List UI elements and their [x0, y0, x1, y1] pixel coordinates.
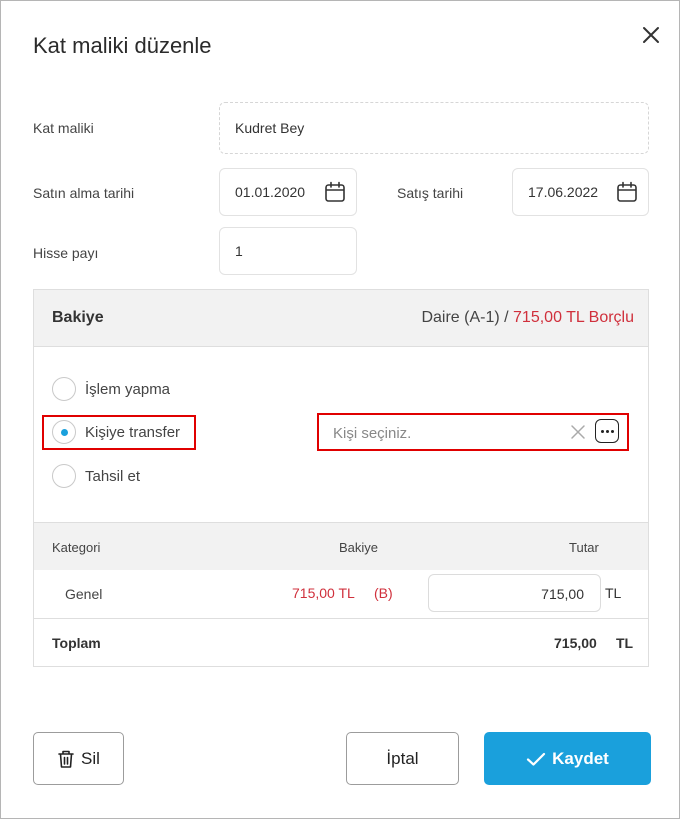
cancel-button[interactable]: İptal — [346, 732, 459, 785]
delete-button[interactable]: Sil — [33, 732, 124, 785]
unit-name: Daire (A-1) / — [421, 309, 509, 326]
radio-button[interactable] — [52, 377, 76, 401]
share-label: Hisse payı — [33, 245, 99, 261]
row-currency: TL — [605, 585, 622, 601]
balance-panel-header: Bakiye Daire (A-1) / 715,00 TL Borçlu — [34, 290, 648, 347]
purchase-date-field[interactable]: 01.01.2020 — [219, 168, 357, 216]
column-header-amount: Tutar — [569, 540, 599, 555]
row-category: Genel — [65, 586, 103, 602]
sale-date-label: Satış tarihi — [397, 185, 464, 201]
trash-icon — [58, 750, 74, 768]
purchase-date-label: Satın alma tarihi — [33, 185, 135, 201]
person-select-placeholder: Kişi seçiniz. — [333, 425, 412, 442]
clear-icon[interactable] — [569, 423, 587, 441]
amount-input[interactable]: 715,00 — [428, 574, 601, 612]
table-header: Kategori Bakiye Tutar — [34, 522, 648, 570]
owner-label: Kat maliki — [33, 120, 94, 136]
balance-title: Bakiye — [52, 309, 104, 326]
share-value: 1 — [235, 243, 243, 259]
calendar-icon[interactable] — [324, 181, 346, 203]
total-row: Toplam 715,00 TL — [34, 619, 648, 667]
column-header-balance: Bakiye — [339, 540, 379, 555]
row-balance: 715,00 TL — [292, 585, 355, 601]
radio-label: İşlem yapma — [85, 380, 171, 398]
balance-summary: Daire (A-1) / 715,00 TL Borçlu — [421, 309, 634, 327]
radio-button[interactable] — [52, 420, 76, 444]
column-header-category: Kategori — [52, 540, 101, 555]
check-icon — [527, 752, 546, 766]
owner-value: Kudret Bey — [235, 120, 305, 136]
radio-label: Tahsil et — [85, 467, 141, 485]
radio-button[interactable] — [52, 464, 76, 488]
owner-field[interactable]: Kudret Bey — [219, 102, 649, 154]
purchase-date-value: 01.01.2020 — [235, 184, 306, 200]
radio-no-action[interactable]: İşlem yapma — [52, 377, 170, 401]
save-button-label: Kaydet — [552, 748, 609, 768]
sale-date-field[interactable]: 17.06.2022 — [512, 168, 649, 216]
edit-owner-dialog: Kat maliki düzenle Kat maliki Kudret Bey… — [0, 0, 680, 819]
save-button[interactable]: Kaydet — [484, 732, 651, 785]
radio-collect[interactable]: Tahsil et — [52, 464, 140, 488]
table-row: Genel 715,00 TL (B) 715,00 TL — [34, 570, 648, 619]
total-label: Toplam — [52, 635, 101, 651]
share-field[interactable]: 1 — [219, 227, 357, 275]
calendar-icon[interactable] — [616, 181, 638, 203]
delete-button-label: Sil — [81, 748, 100, 768]
radio-transfer-to-person[interactable]: Kişiye transfer — [52, 420, 180, 444]
sale-date-value: 17.06.2022 — [528, 184, 599, 200]
cancel-button-label: İptal — [386, 748, 419, 768]
total-value: 715,00 — [554, 635, 597, 651]
person-select[interactable]: Kişi seçiniz. — [317, 413, 629, 451]
radio-label: Kişiye transfer — [85, 423, 181, 441]
row-balance-flag: (B) — [374, 585, 393, 601]
more-options-icon[interactable] — [595, 419, 619, 443]
close-icon[interactable] — [639, 23, 663, 47]
debt-amount: 715,00 TL Borçlu — [513, 309, 634, 326]
total-currency: TL — [616, 635, 634, 651]
dialog-title: Kat maliki düzenle — [33, 33, 212, 58]
